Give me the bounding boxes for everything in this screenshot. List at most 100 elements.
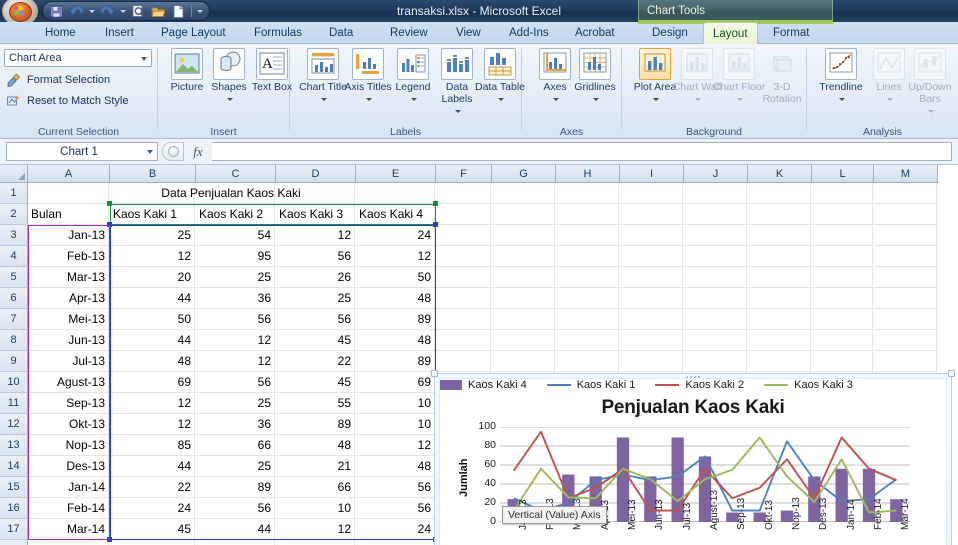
name-box[interactable]: Chart 1 (6, 142, 158, 161)
cell-value[interactable]: 56 (276, 246, 355, 267)
cell-empty[interactable] (748, 225, 811, 246)
cell-bulan[interactable]: Sep-13 (28, 393, 109, 414)
cell-value[interactable]: 48 (276, 435, 355, 456)
cell-value[interactable]: 25 (196, 393, 275, 414)
row-header-18[interactable]: 18 (0, 540, 28, 545)
chevron-down-icon[interactable] (411, 98, 417, 102)
y-axis-title[interactable]: Jumlah (458, 458, 470, 497)
chart-title[interactable]: Penjualan Kaos Kaki (440, 397, 946, 419)
row-header-9[interactable]: 9 (0, 351, 28, 372)
cell-value[interactable]: 25 (110, 225, 195, 246)
cell-value[interactable]: 56 (196, 372, 275, 393)
tab-design[interactable]: Design (643, 22, 697, 44)
chart-area[interactable]: Penjualan Kaos Kaki 020406080100 Jan-13F… (439, 378, 947, 545)
cell-empty[interactable] (684, 267, 747, 288)
cell-bulan[interactable]: Apr-13 (28, 288, 109, 309)
cell-value[interactable]: 66 (276, 477, 355, 498)
cell-empty[interactable] (812, 330, 873, 351)
cell-empty[interactable] (620, 225, 683, 246)
cell-empty[interactable] (684, 330, 747, 351)
cell-empty[interactable] (812, 288, 873, 309)
column-header-f[interactable]: F (436, 165, 492, 183)
row-header-8[interactable]: 8 (0, 330, 28, 351)
tab-view[interactable]: View (447, 22, 490, 44)
cell-empty[interactable] (620, 309, 683, 330)
chevron-down-icon[interactable] (366, 98, 372, 102)
values-range-border-handle[interactable] (107, 222, 112, 227)
cell-value[interactable]: 45 (276, 372, 355, 393)
cell-value[interactable]: 54 (196, 225, 275, 246)
cell-empty[interactable] (620, 330, 683, 351)
cell-value[interactable]: 50 (110, 309, 195, 330)
cell-empty[interactable] (492, 267, 555, 288)
cell-value[interactable]: 24 (110, 498, 195, 519)
legend-item-kaos-kaki-2[interactable]: Kaos Kaki 2 (655, 379, 744, 391)
series-name-range-border-handle[interactable] (107, 201, 112, 206)
row-header-10[interactable]: 10 (0, 372, 28, 393)
tab-review[interactable]: Review (381, 22, 437, 44)
cell-empty[interactable] (436, 267, 491, 288)
cell-header-series-4[interactable]: Kaos Kaki 4 (356, 204, 435, 225)
format-selection-button[interactable]: Format Selection (6, 71, 110, 89)
cell-empty[interactable] (436, 225, 491, 246)
cell-empty[interactable] (620, 288, 683, 309)
cell-value[interactable]: 85 (110, 435, 195, 456)
cell-empty[interactable] (556, 225, 619, 246)
cell-empty[interactable] (276, 540, 355, 545)
cell-value[interactable]: 56 (196, 309, 275, 330)
tab-layout[interactable]: Layout (703, 22, 758, 44)
cell-empty[interactable] (874, 351, 937, 372)
cell-value[interactable]: 24 (356, 225, 435, 246)
row-header-13[interactable]: 13 (0, 435, 28, 456)
cell-value[interactable]: 69 (356, 372, 435, 393)
undo-dropdown-icon[interactable] (89, 9, 95, 13)
name-box-chevron-down-icon[interactable] (147, 149, 153, 154)
column-header-e[interactable]: E (356, 165, 436, 183)
row-header-11[interactable]: 11 (0, 393, 28, 414)
cell-value[interactable]: 48 (110, 351, 195, 372)
cell-value[interactable]: 56 (196, 498, 275, 519)
cell-empty[interactable] (748, 204, 811, 225)
open-icon[interactable] (151, 4, 166, 19)
chevron-down-icon[interactable] (553, 98, 559, 102)
chevron-down-icon[interactable] (227, 98, 233, 102)
trendline-button[interactable]: Trendline (814, 48, 868, 106)
cell-value[interactable]: 21 (276, 456, 355, 477)
tab-home[interactable]: Home (36, 22, 85, 44)
cell-empty[interactable] (620, 183, 683, 204)
cell-value[interactable]: 36 (196, 288, 275, 309)
cell-value[interactable]: 55 (276, 393, 355, 414)
cell-title[interactable]: Data Penjualan Kaos Kaki (28, 183, 435, 204)
cell-empty[interactable] (620, 267, 683, 288)
cell-empty[interactable] (874, 267, 937, 288)
cell-value[interactable]: 44 (110, 456, 195, 477)
redo-icon[interactable] (100, 4, 115, 19)
cell-empty[interactable] (492, 351, 555, 372)
cell-empty[interactable] (684, 204, 747, 225)
worksheet-grid[interactable]: ABCDEFGHIJKLM 12345678910111213141516171… (0, 165, 958, 545)
cell-empty[interactable] (556, 204, 619, 225)
cell-empty[interactable] (492, 246, 555, 267)
row-header-16[interactable]: 16 (0, 498, 28, 519)
tab-insert[interactable]: Insert (96, 22, 143, 44)
undo-icon[interactable] (69, 4, 84, 19)
column-header-b[interactable]: B (110, 165, 196, 183)
cell-empty[interactable] (812, 309, 873, 330)
cell-empty[interactable] (110, 540, 195, 545)
cell-empty[interactable] (748, 288, 811, 309)
column-header-l[interactable]: L (812, 165, 874, 183)
cell-empty[interactable] (492, 204, 555, 225)
row-header-7[interactable]: 7 (0, 309, 28, 330)
cell-empty[interactable] (684, 225, 747, 246)
cell-empty[interactable] (436, 309, 491, 330)
new-icon[interactable] (171, 4, 186, 19)
cell-empty[interactable] (196, 540, 275, 545)
cell-value[interactable]: 12 (110, 414, 195, 435)
cell-empty[interactable] (874, 330, 937, 351)
tab-format[interactable]: Format (764, 22, 818, 44)
cell-value[interactable]: 26 (276, 267, 355, 288)
cell-empty[interactable] (874, 246, 937, 267)
cell-value[interactable]: 12 (276, 519, 355, 540)
cell-empty[interactable] (436, 204, 491, 225)
cell-value[interactable]: 25 (276, 288, 355, 309)
